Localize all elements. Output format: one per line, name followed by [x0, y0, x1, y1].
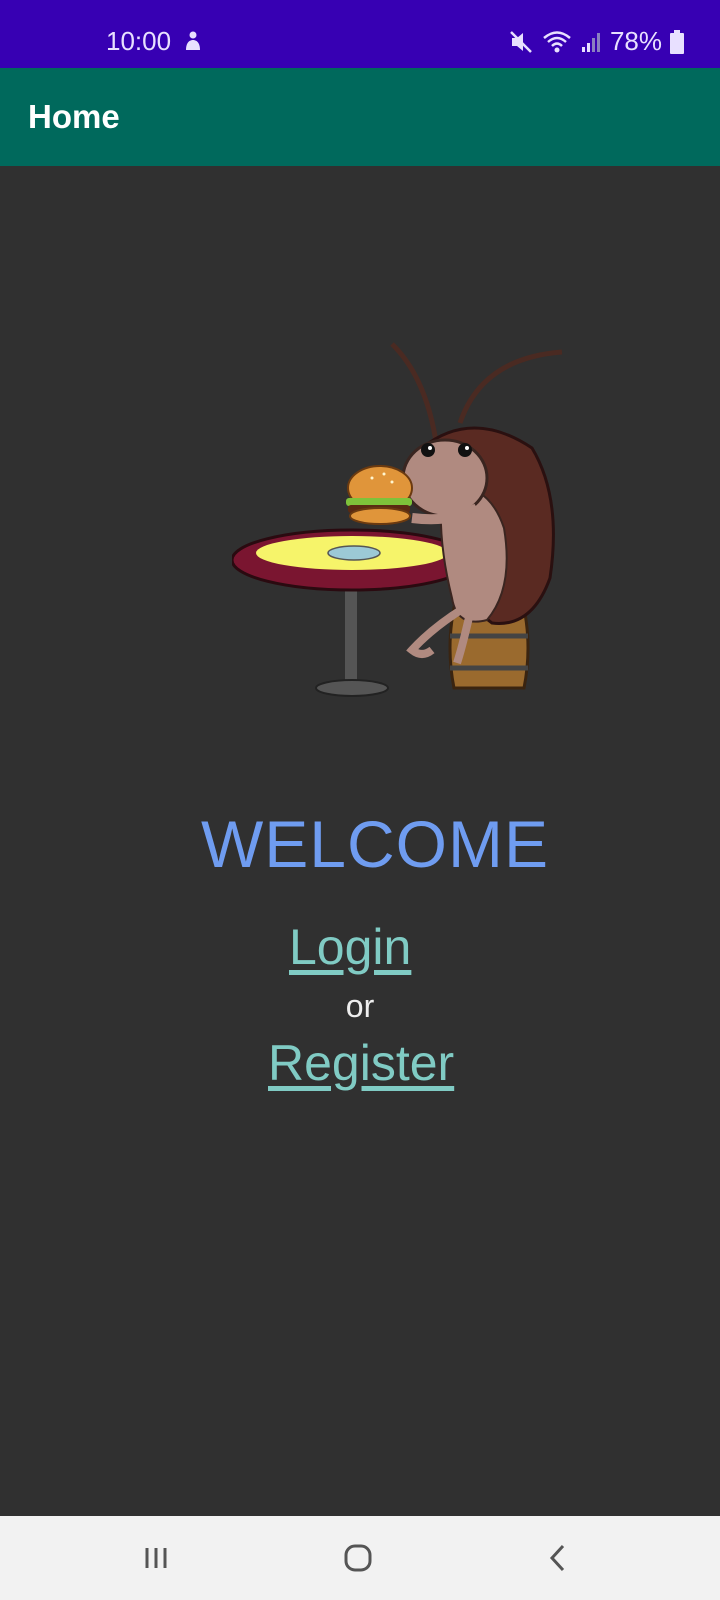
person-icon [182, 30, 204, 52]
recents-icon[interactable] [134, 1536, 178, 1580]
battery-icon [670, 29, 684, 54]
register-link[interactable]: Register [268, 1034, 454, 1092]
status-icons: 78% [508, 26, 684, 57]
welcome-heading: WELCOME [200, 807, 550, 881]
signal-icon [580, 31, 602, 53]
system-nav-bar [0, 1516, 720, 1600]
status-time: 10:00 [106, 26, 172, 56]
login-link[interactable]: Login [289, 918, 411, 976]
wifi-icon [542, 29, 572, 55]
mute-icon [508, 29, 534, 55]
cockroach-burger-illustration [232, 342, 563, 697]
or-label: or [345, 988, 375, 1024]
home-icon[interactable] [336, 1536, 380, 1580]
back-icon[interactable] [536, 1536, 580, 1580]
page-title: Home [28, 98, 120, 135]
app-bar: Home [0, 68, 720, 166]
status-bar: 10:00 78% [0, 0, 720, 68]
battery-text: 78% [609, 26, 662, 56]
home-content: WELCOME Login or Register [0, 166, 720, 1516]
